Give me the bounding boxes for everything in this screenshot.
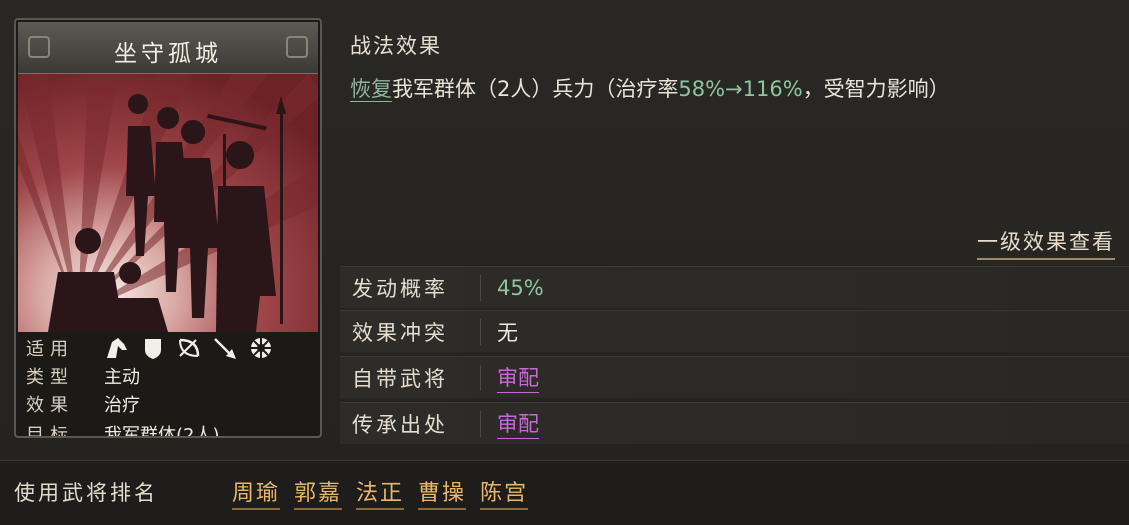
card-info-section: 适用 类型 主动 效果 治疗 目标 我军群体(2人) — [18, 332, 318, 436]
heal-rate-value: 58%→116% — [678, 77, 803, 101]
effect-conflict-value: 无 — [497, 320, 518, 345]
inherit-source-link[interactable]: 审配 — [497, 408, 539, 439]
effect-row: 效果 治疗 — [26, 390, 140, 418]
tactic-card: 坐守孤城 适用 类型 主动 效果 治疗 目标 我军群体(2人) — [14, 18, 322, 438]
target-label: 目标 — [26, 425, 74, 438]
target-value: 我军群体(2人) — [104, 425, 220, 438]
general-link[interactable]: 法正 — [356, 475, 405, 510]
divider — [480, 274, 481, 301]
ranking-general-list: 周瑜 郭嘉 法正 曹操 陈宫 — [232, 475, 529, 510]
type-label: 类型 — [26, 367, 74, 388]
trigger-rate-row: 发动概率 45% — [340, 266, 1129, 308]
own-general-label: 自带武将 — [352, 366, 448, 391]
general-ranking-bar: 使用武将排名 周瑜 郭嘉 法正 曹操 陈宫 — [0, 460, 1129, 525]
general-link[interactable]: 周瑜 — [232, 475, 281, 510]
tactic-detail-panel: 坐守孤城 适用 类型 主动 效果 治疗 目标 我军群体(2人) 战法效果 恢复我… — [0, 0, 1129, 460]
level-one-effect-link[interactable]: 一级效果查看 — [977, 226, 1115, 260]
cavalry-icon — [107, 338, 127, 358]
ranking-label: 使用武将排名 — [14, 481, 158, 505]
recover-keyword-link[interactable]: 恢复 — [350, 77, 392, 102]
divider — [480, 364, 481, 391]
target-row: 目标 我军群体(2人) — [26, 420, 220, 438]
effect-conflict-row: 效果冲突 无 — [340, 310, 1129, 352]
effect-section-title: 战法效果 — [350, 34, 442, 58]
type-value: 主动 — [104, 367, 140, 388]
type-row: 类型 主动 — [26, 362, 140, 390]
trigger-rate-value: 45% — [497, 275, 544, 300]
card-title: 坐守孤城 — [114, 41, 222, 67]
bow-icon — [179, 338, 200, 357]
shield-icon — [145, 339, 161, 359]
effect-label: 效果 — [26, 395, 74, 416]
effect-conflict-label: 效果冲突 — [352, 320, 448, 345]
suitable-troops-row: 适用 — [26, 334, 274, 362]
effect-text-after: ，受智力影响） — [802, 77, 950, 101]
general-link[interactable]: 郭嘉 — [294, 475, 343, 510]
effect-description: 恢复我军群体（2人）兵力（治疗率58%→116%，受智力影响） — [350, 68, 1110, 110]
effect-value: 治疗 — [104, 395, 140, 416]
spear-icon — [214, 338, 236, 359]
siege-wheel-icon — [251, 338, 271, 358]
suitable-label: 适用 — [26, 339, 74, 360]
card-title-bar: 坐守孤城 — [18, 22, 318, 74]
own-general-row: 自带武将 审配 — [340, 356, 1129, 398]
general-link[interactable]: 曹操 — [418, 475, 467, 510]
general-link[interactable]: 陈宫 — [480, 475, 529, 510]
divider — [480, 318, 481, 345]
own-general-link[interactable]: 审配 — [497, 362, 539, 393]
card-illustration — [18, 74, 318, 332]
inherit-source-label: 传承出处 — [352, 412, 448, 437]
trigger-rate-label: 发动概率 — [352, 276, 448, 301]
divider — [480, 410, 481, 437]
troop-type-icons — [104, 336, 274, 360]
inherit-source-row: 传承出处 审配 — [340, 402, 1129, 444]
effect-text-before: 我军群体（2人）兵力（治疗率 — [392, 77, 679, 101]
